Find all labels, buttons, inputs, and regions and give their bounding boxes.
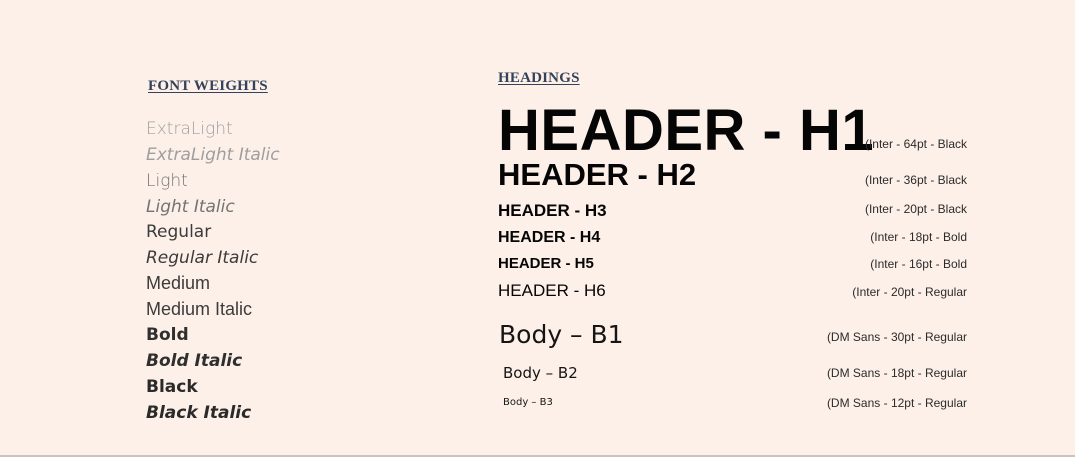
headings-title: HEADINGS — [498, 70, 580, 86]
heading-h6-sample: HEADER - H6 — [498, 281, 606, 300]
weight-medium-italic: Medium Italic — [146, 299, 253, 319]
weight-light: Light — [146, 171, 188, 191]
weight-extralight-italic: ExtraLight Italic — [146, 145, 280, 165]
weight-black: Black — [146, 377, 198, 397]
body-b2-spec: (DM Sans - 18pt - Regular — [826, 366, 967, 380]
weight-regular-italic: Regular Italic — [146, 248, 259, 268]
body-b3-sample: Body – B3 — [503, 397, 553, 408]
heading-h4-spec: (Inter - 18pt - Bold — [870, 230, 967, 244]
body-b1-spec: (DM Sans - 30pt - Regular — [826, 330, 967, 344]
heading-h2-sample: HEADER - H2 — [498, 157, 697, 192]
weight-regular: Regular — [146, 222, 212, 242]
weight-medium: Medium — [146, 273, 211, 293]
weight-black-italic: Black Italic — [146, 403, 252, 423]
body-b2-sample: Body – B2 — [503, 364, 578, 382]
heading-h1-sample: HEADER - H1 — [498, 98, 875, 163]
body-b1-sample: Body – B1 — [499, 320, 624, 349]
heading-h5-spec: (Inter - 16pt - Bold — [870, 257, 967, 271]
heading-h4-sample: HEADER - H4 — [498, 229, 601, 246]
heading-h6-spec: (Inter - 20pt - Regular — [852, 285, 967, 299]
heading-h5-sample: HEADER - H5 — [498, 255, 594, 272]
weight-light-italic: Light Italic — [146, 197, 235, 217]
typography-canvas: FONT WEIGHTS ExtraLight ExtraLight Itali… — [0, 0, 1075, 457]
heading-h1-spec: (Inter - 64pt - Black — [864, 137, 967, 151]
weight-extralight: ExtraLight — [146, 119, 233, 139]
body-b3-spec: (DM Sans - 12pt - Regular — [826, 396, 967, 410]
font-weights-title: FONT WEIGHTS — [148, 78, 268, 94]
weight-bold: Bold — [146, 325, 189, 345]
heading-h3-sample: HEADER - H3 — [498, 201, 607, 220]
heading-h3-spec: (Inter - 20pt - Black — [864, 202, 967, 216]
heading-h2-spec: (Inter - 36pt - Black — [864, 173, 967, 187]
weight-bold-italic: Bold Italic — [146, 351, 243, 371]
